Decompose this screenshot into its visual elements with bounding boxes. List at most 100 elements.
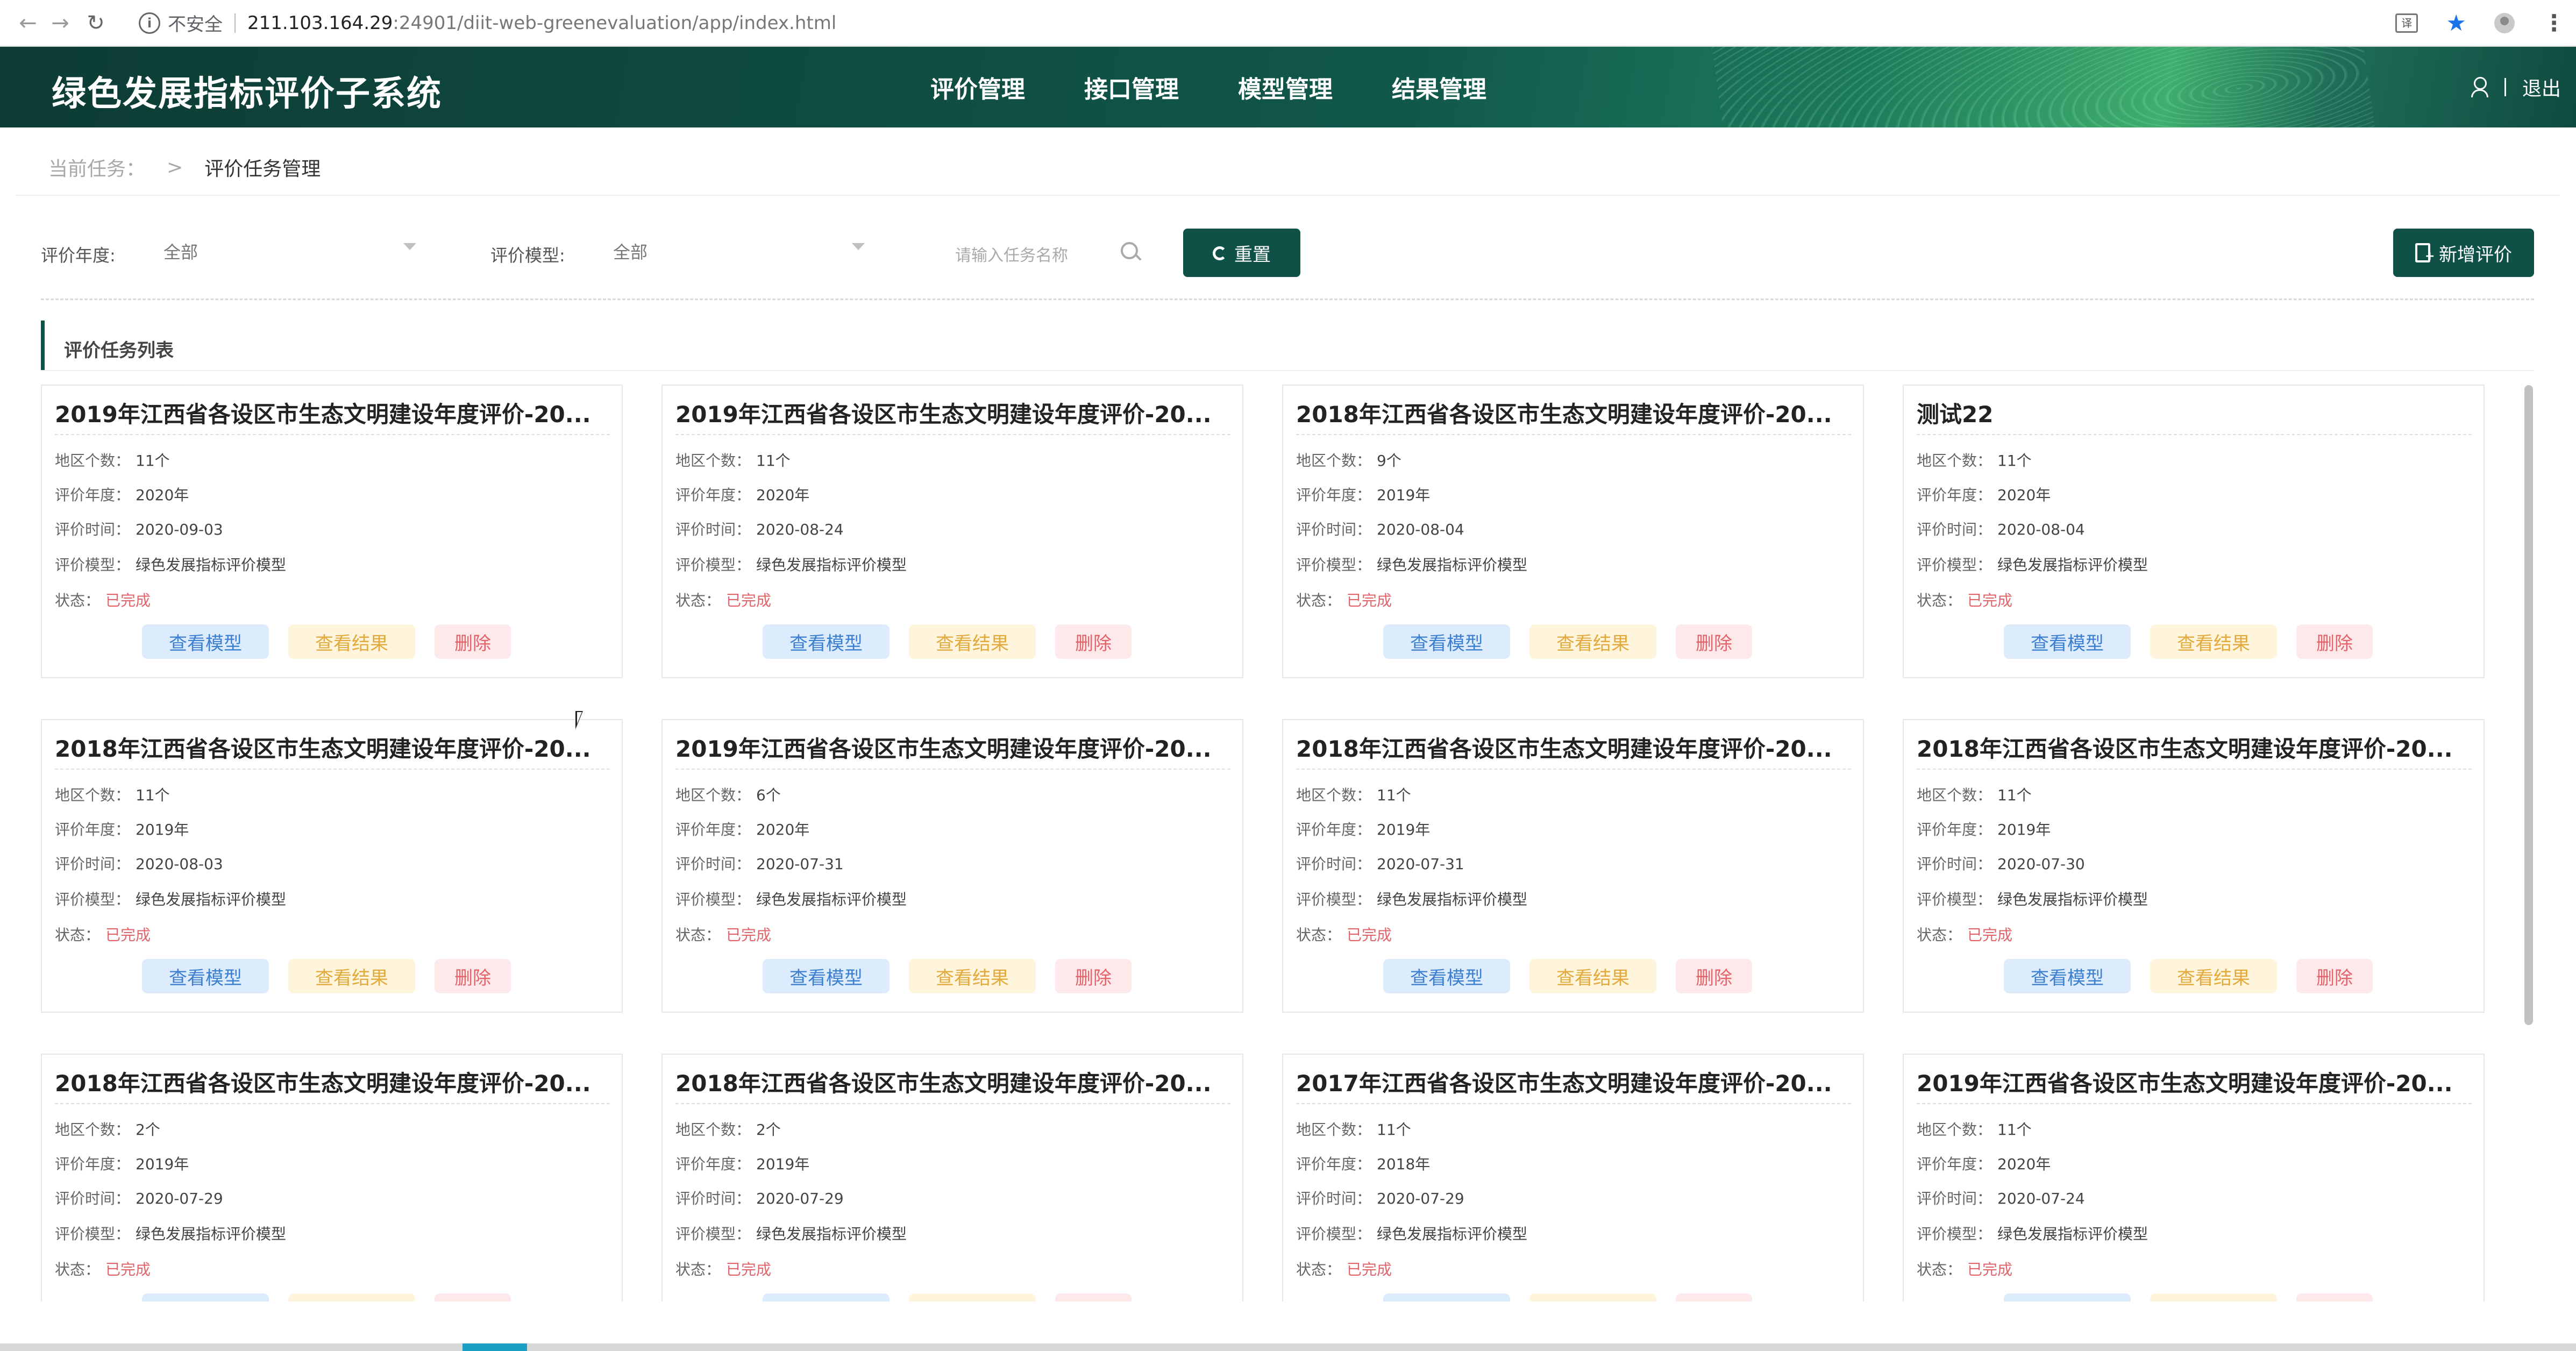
status-badge: 已完成: [1967, 926, 2013, 944]
card-actions: 查看模型查看结果删除: [1283, 624, 1865, 660]
user-icon[interactable]: [2470, 77, 2488, 97]
add-evaluation-button[interactable]: 新增评价: [2393, 229, 2534, 277]
card-divider: [1296, 769, 1851, 770]
nav-item-evaluation[interactable]: 评价管理: [930, 70, 1025, 104]
nav-item-result[interactable]: 结果管理: [1392, 70, 1486, 104]
view-model-button[interactable]: 查看模型: [763, 624, 889, 659]
card-title: 2018年江西省各设区市生态文明建设年度评价-20...: [1917, 736, 2453, 761]
view-result-button[interactable]: 查看结果: [288, 959, 415, 993]
view-result-button[interactable]: 查看结果: [288, 624, 415, 659]
profile-icon[interactable]: [2494, 12, 2515, 33]
card-field-model: 评价模型： 绿色发展指标评价模型: [675, 1222, 907, 1244]
view-result-button[interactable]: 查看结果: [909, 1293, 1036, 1302]
view-model-button[interactable]: 查看模型: [2004, 959, 2131, 993]
view-result-button[interactable]: 查看结果: [2150, 1293, 2277, 1302]
card-field-count: 地区个数： 11个: [1296, 1118, 1411, 1140]
view-result-button[interactable]: 查看结果: [1529, 1293, 1656, 1302]
delete-button[interactable]: 删除: [2296, 959, 2373, 993]
insecure-label: 不安全: [168, 14, 223, 35]
view-model-button[interactable]: 查看模型: [1383, 624, 1510, 659]
card-field-label: 评价时间：: [675, 855, 751, 873]
reset-button[interactable]: 重置: [1183, 229, 1300, 277]
card-field-value: 11个: [756, 452, 791, 470]
delete-button[interactable]: 删除: [1055, 1293, 1132, 1302]
card-field-label: 评价年度：: [1296, 821, 1372, 838]
search-icon[interactable]: [1121, 242, 1138, 259]
card-field-label: 评价年度：: [55, 821, 131, 838]
task-search-input[interactable]: 请输入任务名称: [955, 242, 1068, 266]
view-model-button[interactable]: 查看模型: [2004, 1293, 2131, 1302]
view-result-button[interactable]: 查看结果: [2150, 959, 2277, 993]
delete-button[interactable]: 删除: [2296, 1293, 2373, 1302]
delete-button[interactable]: 删除: [2296, 624, 2373, 659]
task-card-grid[interactable]: 2019年江西省各设区市生态文明建设年度评价-20... 地区个数： 11个 评价年度…: [41, 385, 2523, 1302]
menu-dots-icon[interactable]: ⋮: [2543, 10, 2565, 36]
card-divider: [1917, 769, 2472, 770]
view-model-button[interactable]: 查看模型: [142, 1293, 269, 1302]
info-icon[interactable]: i: [139, 12, 160, 34]
view-result-button[interactable]: 查看结果: [909, 624, 1036, 659]
card-field-label: 状态：: [1296, 1261, 1342, 1278]
delete-button[interactable]: 删除: [435, 624, 511, 659]
card-field-time: 评价时间： 2020-08-03: [55, 852, 223, 874]
card-field-count: 地区个数： 2个: [675, 1118, 781, 1140]
delete-button[interactable]: 删除: [1055, 624, 1132, 659]
task-card: 2018年江西省各设区市生态文明建设年度评价-20... 地区个数： 9个 评价年度：…: [1282, 385, 1864, 678]
card-field-model: 评价模型： 绿色发展指标评价模型: [55, 888, 286, 909]
delete-button[interactable]: 删除: [1676, 624, 1752, 659]
nav-item-interface[interactable]: 接口管理: [1084, 70, 1179, 104]
card-field-value: 2个: [756, 1121, 781, 1139]
scrollbar-thumb[interactable]: [2524, 385, 2533, 1025]
card-field-value: 2019年: [136, 821, 189, 838]
view-result-button[interactable]: 查看结果: [1529, 624, 1656, 659]
card-field-value: 绿色发展指标评价模型: [1997, 891, 2148, 908]
card-field-label: 评价年度：: [1917, 1155, 1993, 1173]
view-model-button[interactable]: 查看模型: [763, 1293, 889, 1302]
translate-icon[interactable]: 译: [2395, 13, 2418, 33]
card-field-label: 评价年度：: [1917, 821, 1993, 838]
delete-button[interactable]: 删除: [1676, 959, 1752, 993]
logout-link[interactable]: 退出: [2522, 73, 2561, 101]
delete-button[interactable]: 删除: [1055, 959, 1132, 993]
card-field-value: 2019年: [1377, 486, 1431, 504]
card-field-label: 评价时间：: [55, 855, 131, 873]
view-result-button[interactable]: 查看结果: [909, 959, 1036, 993]
view-result-button[interactable]: 查看结果: [1529, 959, 1656, 993]
chevron-down-icon[interactable]: [852, 243, 865, 250]
view-result-button[interactable]: 查看结果: [2150, 624, 2277, 659]
back-arrow-icon[interactable]: ←: [12, 7, 44, 39]
card-title: 2019年江西省各设区市生态文明建设年度评价-20...: [55, 401, 591, 426]
view-model-button[interactable]: 查看模型: [1383, 959, 1510, 993]
delete-button[interactable]: 删除: [1676, 1293, 1752, 1302]
model-filter-select[interactable]: 全部: [613, 239, 914, 267]
add-document-icon: [2415, 243, 2435, 262]
card-field-time: 评价时间： 2020-07-24: [1917, 1187, 2085, 1208]
view-model-button[interactable]: 查看模型: [763, 959, 889, 993]
reset-icon: [1213, 246, 1227, 260]
view-model-button[interactable]: 查看模型: [2004, 624, 2131, 659]
card-field-value: 11个: [1997, 1121, 2032, 1139]
view-result-button[interactable]: 查看结果: [288, 1293, 415, 1302]
chevron-down-icon[interactable]: [403, 243, 416, 250]
status-badge: 已完成: [726, 1261, 772, 1278]
delete-button[interactable]: 删除: [435, 959, 511, 993]
year-filter-select[interactable]: 全部: [163, 239, 465, 267]
card-field-time: 评价时间： 2020-07-29: [675, 1187, 844, 1208]
forward-arrow-icon[interactable]: →: [44, 7, 76, 39]
view-model-button[interactable]: 查看模型: [142, 624, 269, 659]
delete-button[interactable]: 删除: [435, 1293, 511, 1302]
card-title: 2019年江西省各设区市生态文明建设年度评价-20...: [675, 736, 1212, 761]
card-field-status: 状态： 已完成: [1917, 589, 2012, 610]
reload-icon[interactable]: ↻: [80, 7, 112, 39]
card-field-count: 地区个数： 9个: [1296, 449, 1401, 471]
list-title: 评价任务列表: [64, 340, 174, 361]
view-model-button[interactable]: 查看模型: [1383, 1293, 1510, 1302]
nav-item-model[interactable]: 模型管理: [1238, 70, 1333, 104]
card-field-label: 评价模型：: [1296, 1225, 1372, 1243]
address-bar[interactable]: i 不安全 211.103.164.29:24901/diit-web-gree…: [139, 10, 836, 36]
browser-actions: 译 ★ ⋮: [2395, 0, 2565, 46]
card-field-label: 状态：: [55, 1261, 101, 1278]
view-model-button[interactable]: 查看模型: [142, 959, 269, 993]
star-icon[interactable]: ★: [2446, 10, 2466, 36]
card-field-label: 评价时间：: [55, 1190, 131, 1207]
